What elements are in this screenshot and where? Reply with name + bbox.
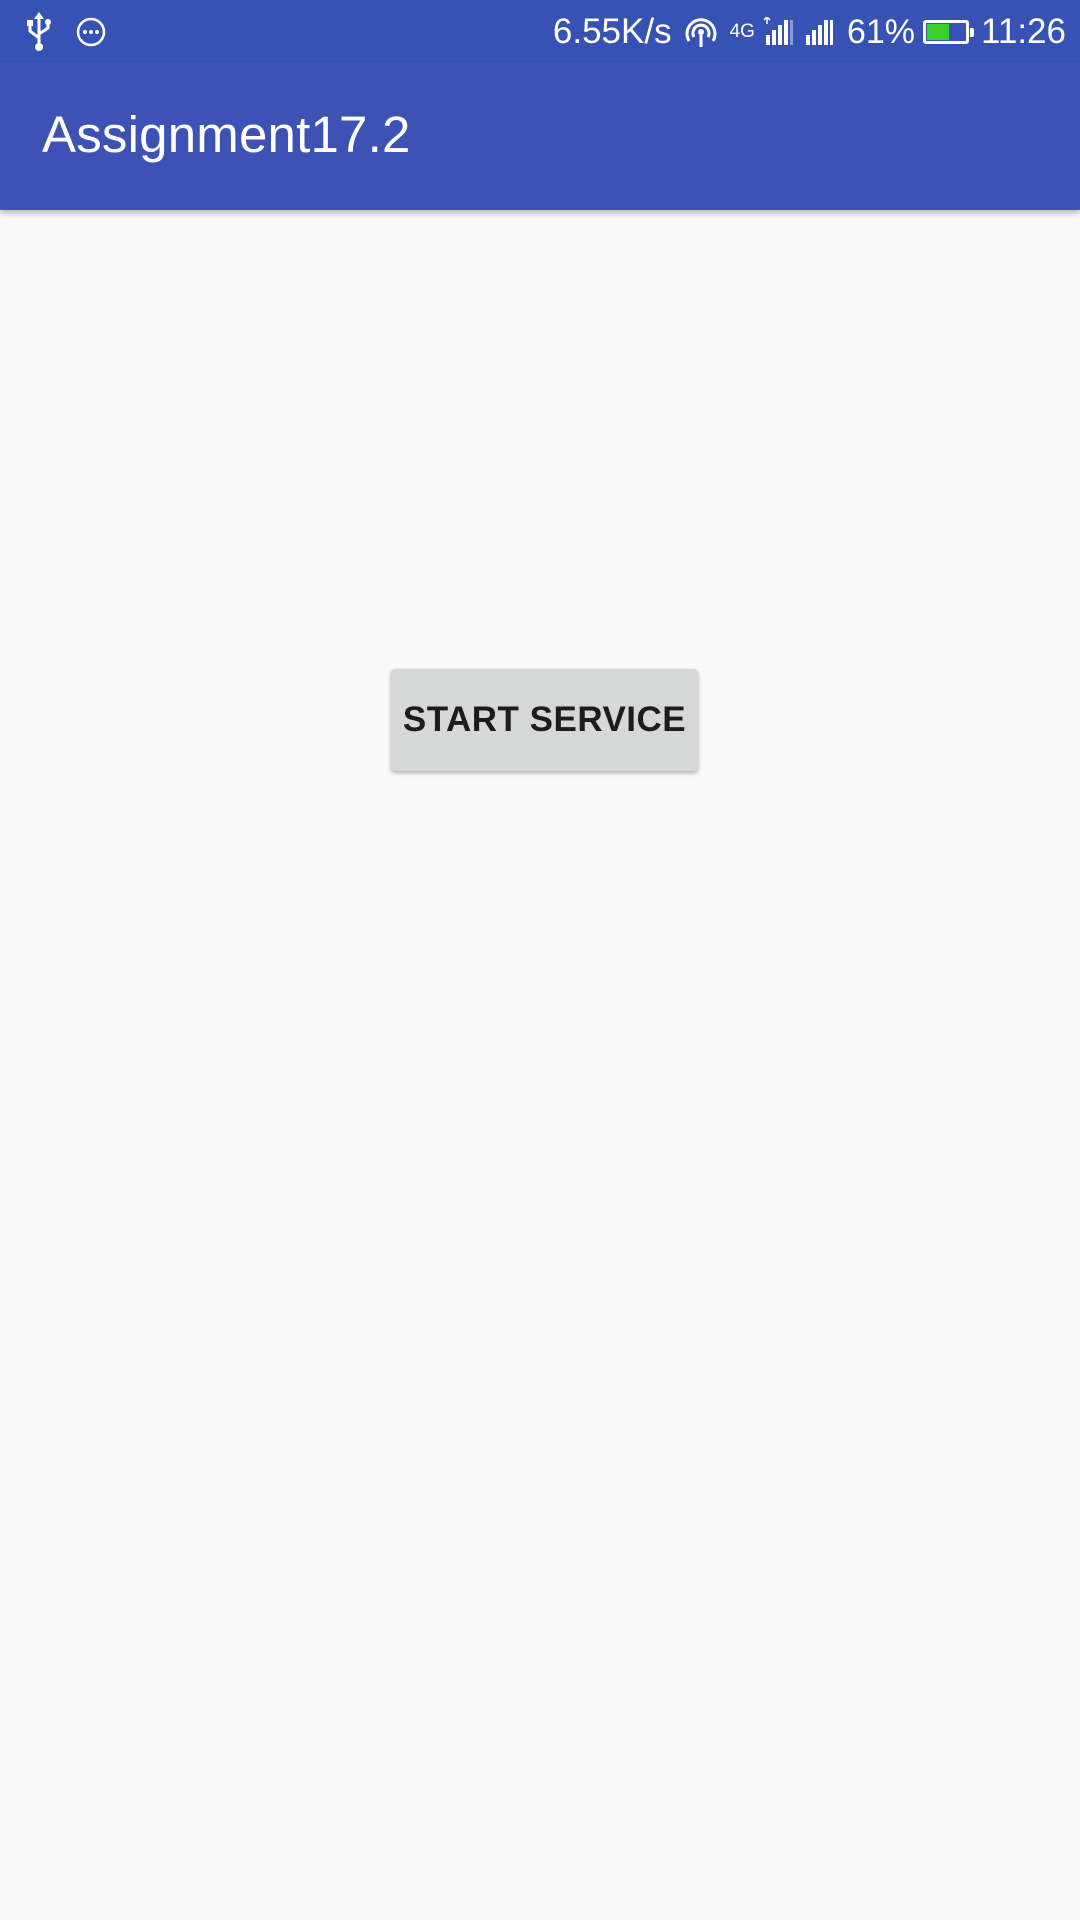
more-circle-icon [76, 17, 106, 47]
network-type: 4G [729, 21, 755, 42]
status-left-icons [26, 12, 106, 52]
clock: 11:26 [981, 12, 1066, 51]
status-bar: 6.55K/s 4G 61% 11:26 [0, 0, 1080, 63]
signal-sim2-icon [803, 17, 835, 47]
app-bar: Assignment17.2 [0, 63, 1080, 210]
usb-icon [26, 12, 52, 52]
network-speed: 6.55K/s [552, 12, 672, 51]
hotspot-icon [684, 15, 718, 49]
battery-level-fill [927, 24, 950, 40]
signal-sim1-icon [763, 17, 795, 47]
status-right: 6.55K/s 4G 61% 11:26 [553, 8, 1066, 56]
app-title: Assignment17.2 [42, 106, 411, 163]
start-service-button[interactable]: START SERVICE [391, 669, 698, 771]
battery-percent: 61% [846, 12, 915, 51]
battery-icon [923, 20, 974, 44]
